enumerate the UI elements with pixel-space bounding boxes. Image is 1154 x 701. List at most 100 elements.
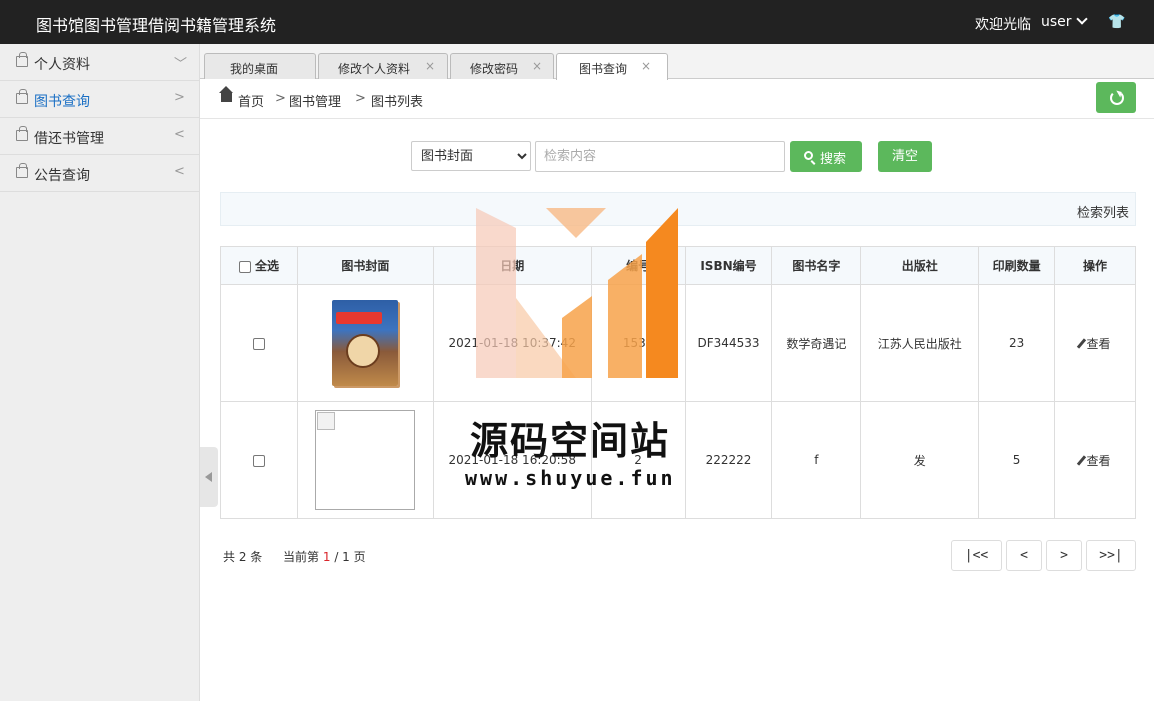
chevron-down-icon[interactable] xyxy=(1075,13,1088,25)
home-icon xyxy=(219,86,233,102)
breadcrumb-separator: > xyxy=(275,91,286,106)
publisher-cell: 江苏人民出版社 xyxy=(860,284,980,402)
isbn-cell: DF344533 xyxy=(684,284,773,402)
list-header: 检索列表 xyxy=(220,192,1136,226)
sidebar-item-borrow-return[interactable]: 借还书管理 < xyxy=(0,118,199,155)
sidebar-item-book-query[interactable]: 图书查询 > xyxy=(0,81,199,118)
chevron-right-icon[interactable]: > xyxy=(174,90,185,105)
sidebar-item-announcements[interactable]: 公告查询 < xyxy=(0,155,199,192)
bag-icon xyxy=(16,126,28,141)
breadcrumb-book-management[interactable]: 图书管理 xyxy=(289,91,341,110)
tab-desktop[interactable]: 我的桌面 xyxy=(204,53,316,79)
tab-label[interactable]: 修改密码 xyxy=(470,60,518,77)
view-label[interactable]: 查看 xyxy=(1087,454,1111,468)
pager-current-prefix: 当前第 xyxy=(283,550,320,564)
tab-change-password[interactable]: 修改密码 × xyxy=(450,53,554,79)
search-button[interactable]: 搜索 xyxy=(790,141,862,172)
search-button-label[interactable]: 搜索 xyxy=(820,148,846,167)
chevron-left-icon[interactable]: < xyxy=(174,164,185,179)
watermark-text: 源码空间站 xyxy=(470,419,671,463)
sidebar: 个人资料 ﹀ 图书查询 > 借还书管理 < 公告查询 < xyxy=(0,44,200,701)
username[interactable]: user xyxy=(1041,14,1072,30)
search-input[interactable] xyxy=(535,141,785,172)
app-title: 图书馆图书管理借阅书籍管理系统 xyxy=(36,16,277,35)
sidebar-item-label[interactable]: 公告查询 xyxy=(34,165,90,185)
top-header: 图书馆图书管理借阅书籍管理系统 欢迎光临 user 👕 xyxy=(0,0,1154,44)
close-icon[interactable]: × xyxy=(532,59,542,73)
search-field-select[interactable]: 图书封面 xyxy=(411,141,531,171)
close-icon[interactable]: × xyxy=(425,59,435,73)
breadcrumb-book-list: 图书列表 xyxy=(371,95,424,110)
prev-page-button[interactable]: < xyxy=(1006,540,1042,571)
breadcrumb-home[interactable]: 首页 xyxy=(238,91,264,110)
table-row: 2021-01-18 16:20:58 2 222222 f 发 5 查看 xyxy=(220,401,1136,519)
sidebar-item-label[interactable]: 图书查询 xyxy=(34,91,90,111)
tab-label[interactable]: 修改个人资料 xyxy=(338,60,410,77)
action-cell: 查看 xyxy=(1054,401,1136,519)
column-header: 出版社 xyxy=(860,246,980,285)
select-all-checkbox[interactable] xyxy=(238,260,251,273)
user-menu[interactable]: user xyxy=(1041,13,1088,30)
last-page-button[interactable]: >>| xyxy=(1086,540,1136,571)
chevron-down-icon[interactable]: ﹀ xyxy=(174,53,187,72)
bag-icon xyxy=(16,163,28,178)
row-checkbox[interactable] xyxy=(252,337,265,350)
action-cell: 查看 xyxy=(1054,284,1136,402)
sidebar-item-profile[interactable]: 个人资料 ﹀ xyxy=(0,44,199,81)
column-header: 图书封面 xyxy=(296,246,434,285)
date-cell: 2021-01-18 10:37:42 xyxy=(432,284,592,402)
close-icon[interactable]: × xyxy=(641,59,651,73)
pager-total: 共 2 条 xyxy=(223,550,263,564)
sidebar-item-label[interactable]: 个人资料 xyxy=(34,54,90,74)
pager-current: 当前第 1 / 1 页 xyxy=(283,548,366,565)
column-header: 印刷数量 xyxy=(978,246,1056,285)
shirt-icon[interactable]: 👕 xyxy=(1108,14,1125,30)
clear-button[interactable]: 清空 xyxy=(878,141,932,172)
cover-cell xyxy=(296,284,434,402)
quantity-cell: 23 xyxy=(978,284,1056,402)
view-label[interactable]: 查看 xyxy=(1087,337,1111,351)
column-header: ISBN编号 xyxy=(684,246,773,285)
pencil-icon[interactable] xyxy=(1076,337,1086,349)
list-title: 检索列表 xyxy=(1076,206,1129,221)
welcome-text: 欢迎光临 xyxy=(975,17,1031,33)
table-row: 2021-01-18 10:37:42 1532 DF344533 数学奇遇记 … xyxy=(220,284,1136,402)
chevron-left-icon[interactable]: < xyxy=(174,127,185,142)
publisher-cell: 发 xyxy=(860,401,980,519)
refresh-button[interactable] xyxy=(1096,82,1136,113)
cover-cell xyxy=(296,401,434,519)
bag-icon xyxy=(16,52,28,67)
tab-bar: 我的桌面 修改个人资料 × 修改密码 × 图书查询 × xyxy=(200,44,1154,80)
broken-image xyxy=(315,410,416,510)
tab-edit-profile[interactable]: 修改个人资料 × xyxy=(318,53,448,79)
isbn-cell: 222222 xyxy=(684,401,773,519)
select-all-header[interactable]: 全选 xyxy=(220,246,298,285)
table-header-row: 全选 图书封面 日期 编号 ISBN编号 图书名字 出版社 印刷数量 操作 xyxy=(220,246,1136,285)
row-select-cell[interactable] xyxy=(220,401,298,519)
view-link[interactable]: 查看 xyxy=(1076,454,1111,468)
book-cover-image xyxy=(332,300,399,386)
breadcrumb: 首页 > 图书管理 > 图书列表 xyxy=(200,79,1154,119)
pencil-icon[interactable] xyxy=(1076,454,1086,466)
book-table: 全选 图书封面 日期 编号 ISBN编号 图书名字 出版社 印刷数量 操作 20… xyxy=(220,246,1136,519)
breadcrumb-separator: > xyxy=(355,91,366,106)
sidebar-item-label[interactable]: 借还书管理 xyxy=(34,128,104,148)
column-header: 操作 xyxy=(1054,246,1136,285)
row-checkbox[interactable] xyxy=(252,454,265,467)
tab-book-query[interactable]: 图书查询 × xyxy=(556,53,668,80)
select-all-label[interactable]: 全选 xyxy=(255,259,279,273)
next-page-button[interactable]: > xyxy=(1046,540,1082,571)
tab-label[interactable]: 我的桌面 xyxy=(230,60,278,77)
view-link[interactable]: 查看 xyxy=(1076,337,1111,351)
watermark-url: www.shuyue.fun xyxy=(465,466,676,490)
column-header: 图书名字 xyxy=(771,246,862,285)
bag-icon xyxy=(16,89,28,104)
first-page-button[interactable]: |<< xyxy=(951,540,1002,571)
book-name-cell: f xyxy=(771,401,862,519)
tab-label[interactable]: 图书查询 xyxy=(579,60,627,77)
row-select-cell[interactable] xyxy=(220,284,298,402)
code-cell: 1532 xyxy=(590,284,686,402)
search-icon[interactable] xyxy=(804,151,813,160)
sidebar-collapse-handle[interactable] xyxy=(200,447,218,507)
pager-total-pages: / 1 页 xyxy=(334,550,366,564)
